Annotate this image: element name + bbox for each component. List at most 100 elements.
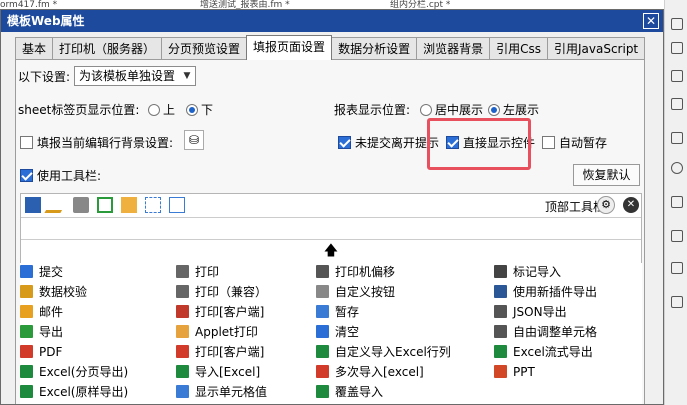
tab-data-analysis[interactable]: 数据分析设置 <box>331 37 418 60</box>
toolbar-item[interactable]: PPT <box>494 363 535 382</box>
toolbar-item[interactable]: 导入[Excel] <box>176 363 260 382</box>
toolbar-item[interactable]: 覆盖导入 <box>316 383 383 402</box>
chevron-down-icon: ▼ <box>183 71 191 81</box>
toolbar-item[interactable]: Excel(原样导出) <box>20 383 128 402</box>
toolbar-item-label: 打印 <box>195 265 220 279</box>
toolbar-item-label: 标记导入 <box>513 265 562 279</box>
toolbar-item[interactable]: 暂存 <box>316 303 359 322</box>
toolbar-item-label: 自由调整单元格 <box>513 325 598 339</box>
toolbar-item[interactable]: 清空 <box>316 323 359 342</box>
toolbar-item[interactable]: 多次导入[excel] <box>316 363 424 382</box>
toolbar-item[interactable]: 提交 <box>20 263 63 282</box>
gear-icon[interactable]: ⚙ <box>597 196 615 214</box>
radio-icon <box>148 104 160 116</box>
import-icon <box>316 385 329 398</box>
toolbar-item-label: JSON导出 <box>513 305 567 319</box>
export-icon <box>20 325 33 338</box>
panel-icon[interactable] <box>671 196 683 208</box>
toolbar-item[interactable]: 打印[客户端] <box>176 343 264 362</box>
panel-icon[interactable] <box>671 18 683 30</box>
sheet-top-radio[interactable]: 上 <box>148 101 175 118</box>
toolbar-item[interactable]: 打印[客户端] <box>176 303 264 322</box>
close-button[interactable]: ✕ <box>643 13 659 29</box>
excel-icon <box>20 365 33 378</box>
panel-icon[interactable] <box>671 296 683 308</box>
cell-icon <box>176 385 189 398</box>
dialog-titlebar: 模板Web属性 ✕ <box>1 10 663 32</box>
panel-icon[interactable] <box>671 70 683 82</box>
toolbar-item[interactable]: 自由调整单元格 <box>494 323 597 342</box>
restore-default-button[interactable]: 恢复默认 <box>573 164 640 186</box>
save-icon <box>316 305 329 318</box>
panel-icon[interactable] <box>671 230 683 242</box>
toolbar-item[interactable]: 数据校验 <box>20 283 87 302</box>
unsubmitted-prompt-checkbox[interactable]: 未提交离开提示 <box>338 134 439 151</box>
excel-icon <box>316 345 329 358</box>
toolbar-item[interactable]: 导出 <box>20 323 63 342</box>
toolbar-item-label: 导入[Excel] <box>195 365 261 379</box>
tab-javascript[interactable]: 引用JavaScript <box>546 37 646 60</box>
toolbar-item[interactable]: 自定义按钮 <box>316 283 395 302</box>
tab-basic[interactable]: 基本 <box>15 37 54 60</box>
toolbar-item[interactable]: 打印机偏移 <box>316 263 395 282</box>
arrow-up-icon[interactable]: 🡅 <box>21 240 641 262</box>
panel-icon[interactable] <box>671 132 683 144</box>
ppt-icon <box>494 365 507 378</box>
email-icon[interactable] <box>121 197 137 213</box>
toolbar-item[interactable]: 邮件 <box>20 303 63 322</box>
layout-icon[interactable] <box>145 197 161 213</box>
save-icon[interactable] <box>25 197 41 213</box>
export-icon[interactable] <box>97 197 113 213</box>
toolbar-item[interactable]: JSON导出 <box>494 303 567 322</box>
toolbar-item[interactable]: Excel(分页导出) <box>20 363 128 382</box>
dialog-title: 模板Web属性 <box>7 14 85 28</box>
toolbar-item-label: 清空 <box>335 325 360 339</box>
use-toolbar-checkbox[interactable]: 使用工具栏: <box>20 167 101 184</box>
report-center-radio[interactable]: 居中展示 <box>420 101 483 118</box>
checkbox-icon <box>20 136 33 149</box>
report-left-radio[interactable]: 左展示 <box>488 101 539 118</box>
pencil-icon[interactable] <box>44 197 70 213</box>
print-icon[interactable] <box>73 197 89 213</box>
paint-bucket-icon[interactable]: ⛁ <box>184 130 204 150</box>
radio-icon <box>488 104 500 116</box>
sheet-bottom-radio[interactable]: 下 <box>186 101 213 118</box>
toolbar-item-label: 打印（兼容） <box>195 285 268 299</box>
toolbar-item[interactable]: 自定义导入Excel行列 <box>316 343 451 362</box>
panel-icon[interactable] <box>671 262 683 274</box>
gear-icon <box>316 285 329 298</box>
tab-fill-page-settings[interactable]: 填报页面设置 <box>246 35 333 60</box>
toolbar-item[interactable]: 标记导入 <box>494 263 561 282</box>
tab-css[interactable]: 引用Css <box>489 37 548 60</box>
excel-icon <box>494 345 507 358</box>
print-client-icon <box>176 305 189 318</box>
toolbar-item[interactable]: 打印（兼容） <box>176 283 267 302</box>
import-icon <box>176 365 189 378</box>
toolbar-item[interactable]: 显示单元格值 <box>176 383 267 402</box>
link-icon[interactable] <box>671 162 683 174</box>
scope-select[interactable]: 为该模板单独设置 ▼ <box>74 66 196 86</box>
blank-icon[interactable] <box>169 197 185 213</box>
toolbar-item-label: 打印机偏移 <box>335 265 396 279</box>
toolbar-item[interactable]: 使用新插件导出 <box>494 283 597 302</box>
panel-icon[interactable] <box>671 98 683 110</box>
sheet-top-label: 上 <box>163 103 176 117</box>
toolbar-item-label: 多次导入[excel] <box>335 365 424 379</box>
toolbar-item[interactable]: 打印 <box>176 263 219 282</box>
tab-browser-background[interactable]: 浏览器背景 <box>416 37 491 60</box>
toolbar-item-label: 提交 <box>39 265 64 279</box>
toolbar-items-list: 提交数据校验邮件导出PDFExcel(分页导出)Excel(原样导出)分页分Sh… <box>20 263 642 404</box>
pdf-icon <box>176 345 189 358</box>
auto-save-checkbox[interactable]: 自动暂存 <box>542 134 607 151</box>
toolbar-item[interactable]: Excel流式导出 <box>494 343 593 362</box>
tab-pagination-preview[interactable]: 分页预览设置 <box>161 37 248 60</box>
radio-icon <box>186 104 198 116</box>
toolbar-item[interactable]: PDF <box>20 343 62 362</box>
sheet-tab-position-label: sheet标签页显示位置: <box>18 103 140 117</box>
edit-row-background-checkbox[interactable]: 填报当前编辑行背景设置: <box>20 134 173 151</box>
tab-printer-server[interactable]: 打印机（服务器） <box>52 37 163 60</box>
close-icon[interactable]: ✕ <box>623 197 639 213</box>
panel-icon[interactable] <box>671 42 683 54</box>
submit-icon <box>20 265 33 278</box>
toolbar-item[interactable]: Applet打印 <box>176 323 258 342</box>
